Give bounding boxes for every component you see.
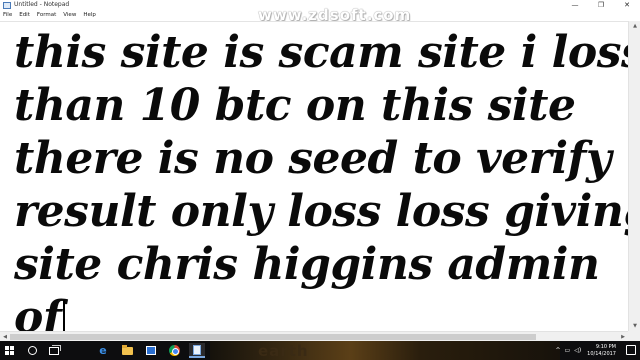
scroll-up-icon[interactable]: ▲ [629, 21, 640, 31]
clock[interactable]: 9:10 PM 10/14/2017 [587, 344, 616, 358]
text-line: than 10 btc on this site [14, 80, 576, 131]
text-line: site chris higgins admin [14, 239, 600, 290]
text-line-last: of [14, 291, 628, 331]
system-tray: ^ ▭ ◁) 9:10 PM 10/14/2017 [552, 341, 617, 360]
menu-help[interactable]: Help [83, 10, 96, 20]
action-center-icon[interactable] [626, 345, 636, 355]
chevron-up-icon[interactable]: ^ [556, 347, 561, 354]
edge-icon[interactable]: e [95, 343, 111, 358]
vertical-scrollbar[interactable]: ▲ ▼ [628, 21, 640, 331]
menu-file[interactable]: File [3, 10, 12, 20]
network-icon[interactable]: ▭ [565, 347, 571, 354]
chrome-icon[interactable] [166, 343, 182, 358]
task-view-icon[interactable] [46, 343, 62, 358]
last-line-text: of [14, 292, 62, 331]
editor-content: this site is scam site i loss more than … [14, 26, 628, 331]
text-caret [63, 300, 66, 331]
taskbar: earth e ^ ▭ ◁) 9:10 PM 10/14/2017 [0, 341, 640, 360]
text-line: there is no seed to verify [14, 133, 612, 184]
notepad-taskbar-icon[interactable] [189, 343, 205, 358]
menu-format[interactable]: Format [37, 10, 56, 20]
background-text: earth [258, 342, 309, 360]
windows-start-icon[interactable] [2, 343, 18, 358]
clock-date: 10/14/2017 [587, 350, 616, 357]
minimize-button[interactable]: — [562, 0, 588, 10]
search-icon[interactable] [24, 343, 40, 358]
volume-icon[interactable]: ◁) [574, 347, 581, 354]
text-line: result only loss loss giving [14, 186, 628, 237]
text-line: this site is scam site i loss more [14, 27, 628, 78]
window-controls: — ❐ ✕ [562, 0, 640, 10]
menu-view[interactable]: View [63, 10, 76, 20]
horizontal-scroll-thumb[interactable] [10, 334, 536, 340]
horizontal-scrollbar[interactable]: ◀ ▶ [0, 331, 628, 341]
window-title: Untitled - Notepad [14, 1, 70, 8]
close-button[interactable]: ✕ [614, 0, 640, 10]
text-editor[interactable]: this site is scam site i loss more than … [0, 21, 628, 331]
maximize-button[interactable]: ❐ [588, 0, 614, 10]
scroll-down-icon[interactable]: ▼ [629, 321, 640, 331]
notepad-app-icon [3, 1, 11, 9]
scrollbar-corner [628, 331, 640, 341]
clock-time: 9:10 PM [595, 343, 616, 350]
store-icon[interactable] [143, 343, 159, 358]
file-explorer-icon[interactable] [119, 343, 135, 358]
menu-edit[interactable]: Edit [19, 10, 30, 20]
